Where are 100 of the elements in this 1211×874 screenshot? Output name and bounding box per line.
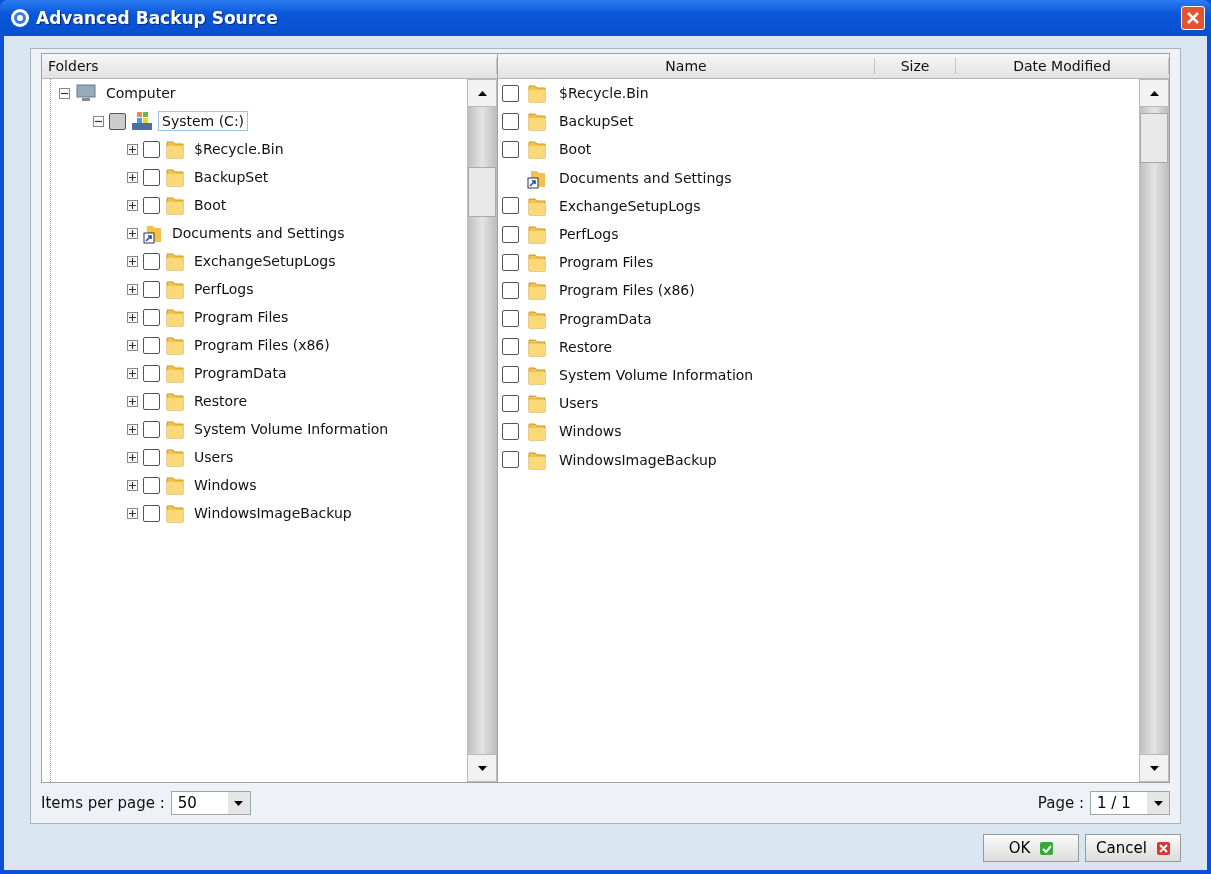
- tree-item[interactable]: System Volume Information: [190, 419, 393, 439]
- checkbox[interactable]: [143, 420, 160, 438]
- tree-item[interactable]: Users: [190, 447, 238, 467]
- tree-item[interactable]: BackupSet: [190, 167, 273, 187]
- tree-item[interactable]: WindowsImageBackup: [190, 503, 356, 523]
- checkbox[interactable]: [143, 476, 160, 494]
- plus-icon: [129, 173, 136, 181]
- collapse-toggle[interactable]: [93, 115, 104, 127]
- expand-toggle[interactable]: [127, 255, 138, 267]
- checkbox[interactable]: [502, 225, 519, 243]
- scroll-thumb[interactable]: [1140, 113, 1168, 163]
- file-name[interactable]: System Volume Information: [555, 364, 758, 385]
- checkbox[interactable]: [143, 196, 160, 214]
- checkbox[interactable]: [143, 364, 160, 382]
- checkbox[interactable]: [143, 252, 160, 270]
- folder-icon: [165, 250, 185, 272]
- scroll-down-button[interactable]: [467, 754, 497, 782]
- scrollbar[interactable]: [1139, 79, 1169, 782]
- checkbox[interactable]: [143, 336, 160, 354]
- expand-toggle[interactable]: [127, 451, 138, 463]
- checkbox[interactable]: [502, 366, 519, 384]
- tree-item[interactable]: Documents and Settings: [168, 223, 349, 243]
- expand-toggle[interactable]: [127, 423, 138, 435]
- scroll-up-button[interactable]: [467, 79, 497, 107]
- checkbox[interactable]: [502, 140, 519, 158]
- window-title: Advanced Backup Source: [36, 8, 279, 28]
- tree-item[interactable]: System (C:): [158, 111, 249, 131]
- checkbox[interactable]: [143, 280, 160, 298]
- checkbox[interactable]: [143, 504, 160, 522]
- expand-toggle[interactable]: [127, 395, 138, 407]
- plus-icon: [129, 257, 136, 265]
- checkbox[interactable]: [502, 338, 519, 356]
- column-header[interactable]: Date Modified: [956, 58, 1169, 74]
- tree-item[interactable]: Program Files: [190, 307, 293, 327]
- expand-toggle[interactable]: [127, 283, 138, 295]
- checkbox[interactable]: [143, 392, 160, 410]
- checkbox[interactable]: [502, 112, 519, 130]
- expand-toggle[interactable]: [127, 199, 138, 211]
- checkbox[interactable]: [109, 112, 126, 130]
- file-name[interactable]: Restore: [555, 336, 617, 357]
- checkbox[interactable]: [502, 451, 519, 469]
- tree-item[interactable]: $Recycle.Bin: [190, 139, 288, 159]
- checkbox[interactable]: [143, 140, 160, 158]
- folder-icon: [527, 279, 547, 302]
- expand-toggle[interactable]: [127, 227, 138, 239]
- column-header[interactable]: Name: [498, 58, 875, 74]
- checkbox[interactable]: [143, 168, 160, 186]
- tree-item[interactable]: ExchangeSetupLogs: [190, 251, 340, 271]
- tree-item[interactable]: PerfLogs: [190, 279, 258, 299]
- file-name[interactable]: WindowsImageBackup: [555, 449, 721, 470]
- folders-header: Folders: [42, 54, 497, 79]
- scroll-thumb[interactable]: [468, 167, 496, 217]
- scroll-down-button[interactable]: [1139, 754, 1169, 782]
- file-name[interactable]: Documents and Settings: [555, 167, 736, 188]
- checkbox[interactable]: [143, 308, 160, 326]
- collapse-toggle[interactable]: [59, 87, 70, 99]
- file-name[interactable]: Program Files: [555, 252, 658, 273]
- scroll-up-button[interactable]: [1139, 79, 1169, 107]
- tree-item[interactable]: Restore: [190, 391, 252, 411]
- file-name[interactable]: ProgramData: [555, 308, 656, 329]
- down-arrow-icon: [477, 766, 487, 771]
- close-icon: [1156, 841, 1170, 855]
- expand-toggle[interactable]: [127, 171, 138, 183]
- expand-toggle[interactable]: [127, 507, 138, 519]
- close-button[interactable]: [1181, 6, 1205, 30]
- checkbox[interactable]: [502, 197, 519, 215]
- page-dropdown[interactable]: 1 / 1: [1090, 791, 1170, 815]
- checkbox[interactable]: [502, 253, 519, 271]
- checkbox[interactable]: [502, 84, 519, 102]
- checkbox[interactable]: [502, 310, 519, 328]
- tree-item[interactable]: Program Files (x86): [190, 335, 334, 355]
- folder-icon: [165, 334, 185, 356]
- file-name[interactable]: Program Files (x86): [555, 280, 699, 301]
- tree-item[interactable]: Boot: [190, 195, 231, 215]
- expand-toggle[interactable]: [127, 479, 138, 491]
- checkbox[interactable]: [502, 422, 519, 440]
- plus-icon: [129, 285, 136, 293]
- items-per-page-dropdown[interactable]: 50: [170, 791, 251, 815]
- tree-item[interactable]: Windows: [190, 475, 261, 495]
- checkbox[interactable]: [502, 394, 519, 412]
- file-name[interactable]: Windows: [555, 421, 626, 442]
- file-name[interactable]: $Recycle.Bin: [555, 83, 653, 104]
- checkbox[interactable]: [502, 281, 519, 299]
- expand-toggle[interactable]: [127, 143, 138, 155]
- expand-toggle[interactable]: [127, 367, 138, 379]
- tree-item[interactable]: ProgramData: [190, 363, 291, 383]
- file-name[interactable]: BackupSet: [555, 111, 638, 132]
- expand-toggle[interactable]: [127, 339, 138, 351]
- tree-item[interactable]: Computer: [102, 83, 180, 103]
- down-arrow-icon: [1153, 800, 1163, 806]
- file-name[interactable]: Users: [555, 393, 603, 414]
- scrollbar[interactable]: [467, 79, 497, 782]
- file-name[interactable]: PerfLogs: [555, 224, 623, 245]
- file-name[interactable]: Boot: [555, 139, 596, 160]
- checkbox[interactable]: [143, 448, 160, 466]
- column-header[interactable]: Size: [875, 58, 956, 74]
- cancel-button[interactable]: Cancel: [1085, 834, 1181, 862]
- file-name[interactable]: ExchangeSetupLogs: [555, 195, 705, 216]
- expand-toggle[interactable]: [127, 311, 138, 323]
- ok-button[interactable]: OK: [983, 834, 1079, 862]
